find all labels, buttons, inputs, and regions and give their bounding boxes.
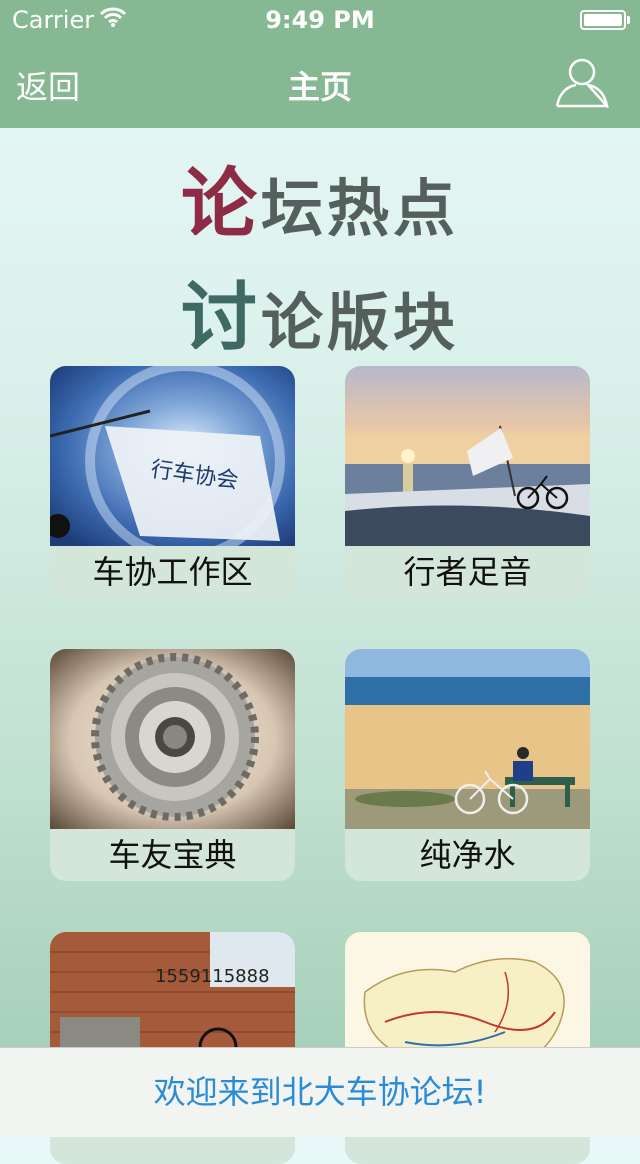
welcome-footer: 欢迎来到北大车协论坛!	[0, 1047, 640, 1137]
hot-heading-first-char: 论	[180, 159, 261, 248]
section-tile-travel-footsteps[interactable]: 行者足音	[345, 366, 590, 598]
board-heading-rest: 论版块	[260, 286, 459, 359]
navigation-bar: Carrier 9:49 PM 返回 主页	[0, 0, 640, 128]
status-bar: Carrier 9:49 PM	[0, 0, 640, 40]
section-tile-rider-handbook[interactable]: 车友宝典	[50, 649, 295, 881]
boards-heading: 讨论版块	[0, 256, 640, 366]
hot-heading-rest: 坛热点	[260, 172, 459, 245]
battery-icon	[580, 10, 626, 30]
board-heading-first-char: 讨	[180, 273, 261, 362]
section-label: 车友宝典	[108, 836, 237, 874]
person-icon[interactable]	[554, 56, 610, 111]
battery-tip	[627, 16, 630, 24]
page-title: 主页	[287, 68, 352, 106]
section-image-sunset-beach	[345, 366, 590, 546]
graffiti-text: 1559115888	[155, 966, 270, 987]
section-image-flag-halo: 行车协会	[50, 366, 295, 546]
section-tile-pure-water[interactable]: 纯净水	[345, 649, 590, 881]
section-label: 行者足音	[403, 553, 532, 591]
section-image-cassette-gear	[50, 649, 295, 829]
section-label: 纯净水	[419, 836, 516, 874]
hot-topics-heading[interactable]: 论坛热点	[0, 142, 640, 252]
section-label: 车协工作区	[92, 553, 253, 591]
section-image-beach-bench	[345, 649, 590, 829]
clock: 9:49 PM	[265, 6, 375, 34]
section-tile-work-area[interactable]: 行车协会 车协工作区	[50, 366, 295, 598]
